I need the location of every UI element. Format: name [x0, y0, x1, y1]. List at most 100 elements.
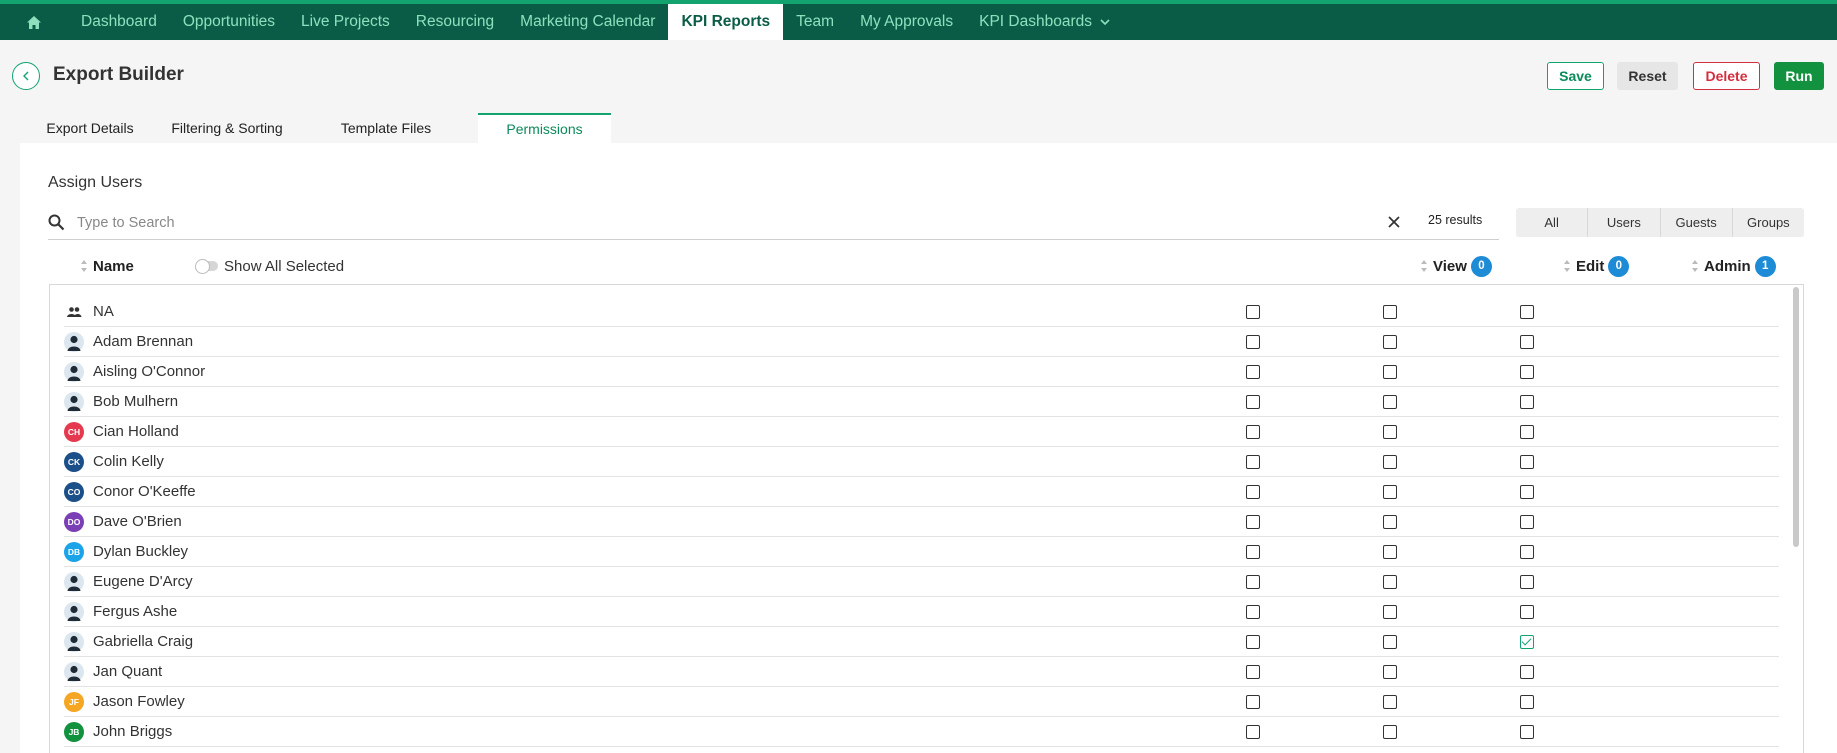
run-button[interactable]: Run: [1774, 62, 1824, 90]
tab-filtering-sorting[interactable]: Filtering & Sorting: [160, 113, 294, 143]
admin-checkbox[interactable]: [1520, 605, 1534, 619]
back-button[interactable]: [12, 62, 40, 90]
nav-item-dashboard[interactable]: Dashboard: [68, 4, 170, 40]
show-all-selected-label: Show All Selected: [224, 257, 345, 275]
admin-checkbox[interactable]: [1520, 335, 1534, 349]
admin-checkbox[interactable]: [1520, 695, 1534, 709]
user-avatar-icon: [64, 661, 84, 682]
edit-checkbox[interactable]: [1383, 605, 1397, 619]
table-row: CO Conor O'Keeffe: [64, 477, 1779, 507]
view-checkbox[interactable]: [1246, 545, 1260, 559]
nav-item-my-approvals[interactable]: My Approvals: [847, 4, 966, 40]
tab-export-details[interactable]: Export Details: [20, 113, 160, 143]
users-list: NA Adam Brennan Aisling O'Connor Bob Mulher…: [64, 297, 1779, 747]
nav-item-opportunities[interactable]: Opportunities: [170, 4, 288, 40]
close-icon[interactable]: [1387, 215, 1401, 234]
avatar: DO: [64, 511, 84, 532]
tab-permissions[interactable]: Permissions: [478, 113, 611, 143]
view-checkbox[interactable]: [1246, 605, 1260, 619]
edit-checkbox[interactable]: [1383, 545, 1397, 559]
name-column-header[interactable]: Name: [80, 255, 134, 277]
table-row: JF Jason Fowley: [64, 687, 1779, 717]
admin-checkbox[interactable]: [1520, 725, 1534, 739]
table-row: Eugene D'Arcy: [64, 567, 1779, 597]
view-checkbox[interactable]: [1246, 665, 1260, 679]
edit-checkbox[interactable]: [1383, 635, 1397, 649]
edit-checkbox[interactable]: [1383, 395, 1397, 409]
view-checkbox[interactable]: [1246, 335, 1260, 349]
view-checkbox[interactable]: [1246, 635, 1260, 649]
edit-checkbox[interactable]: [1383, 485, 1397, 499]
admin-column-header[interactable]: Admin 1: [1691, 255, 1776, 277]
admin-checkbox[interactable]: [1520, 305, 1534, 319]
view-checkbox[interactable]: [1246, 365, 1260, 379]
view-checkbox[interactable]: [1246, 455, 1260, 469]
table-row: Aisling O'Connor: [64, 357, 1779, 387]
edit-checkbox[interactable]: [1383, 365, 1397, 379]
delete-button[interactable]: Delete: [1693, 62, 1760, 90]
user-avatar-icon: [64, 601, 84, 622]
view-checkbox[interactable]: [1246, 425, 1260, 439]
edit-column-label: Edit: [1576, 257, 1605, 275]
view-checkbox[interactable]: [1246, 725, 1260, 739]
edit-column-header[interactable]: Edit 0: [1563, 255, 1630, 277]
tab-template-files[interactable]: Template Files: [294, 113, 478, 143]
show-all-selected[interactable]: Show All Selected: [195, 256, 345, 276]
edit-checkbox[interactable]: [1383, 575, 1397, 589]
results-count: 25 results: [1428, 213, 1483, 227]
nav-item-resourcing[interactable]: Resourcing: [403, 4, 507, 40]
admin-checkbox[interactable]: [1520, 425, 1534, 439]
admin-checkbox[interactable]: [1520, 575, 1534, 589]
view-checkbox[interactable]: [1246, 515, 1260, 529]
filter-guests-button[interactable]: Guests: [1659, 208, 1732, 237]
reset-button[interactable]: Reset: [1617, 62, 1678, 90]
sort-icon: [80, 259, 88, 273]
admin-checkbox[interactable]: [1520, 515, 1534, 529]
scrollbar[interactable]: [1792, 287, 1800, 752]
table-row: Fergus Ashe: [64, 597, 1779, 627]
avatar: CH: [64, 421, 84, 442]
view-checkbox[interactable]: [1246, 305, 1260, 319]
edit-checkbox[interactable]: [1383, 515, 1397, 529]
search-icon: [48, 214, 65, 236]
admin-checkbox[interactable]: [1520, 545, 1534, 559]
home-button[interactable]: [0, 4, 68, 40]
show-all-selected-toggle[interactable]: [195, 259, 218, 274]
edit-checkbox[interactable]: [1383, 305, 1397, 319]
view-checkbox[interactable]: [1246, 695, 1260, 709]
chevron-down-icon: [1100, 18, 1110, 26]
admin-checkbox[interactable]: [1520, 395, 1534, 409]
sort-icon: [1563, 259, 1571, 273]
view-column-header[interactable]: View 0: [1420, 255, 1492, 277]
nav-item-marketing-calendar[interactable]: Marketing Calendar: [507, 4, 668, 40]
admin-checkbox[interactable]: [1520, 485, 1534, 499]
view-checkbox[interactable]: [1246, 485, 1260, 499]
view-checkbox[interactable]: [1246, 575, 1260, 589]
scrollbar-thumb[interactable]: [1793, 287, 1799, 547]
admin-checkbox[interactable]: [1520, 365, 1534, 379]
admin-checkbox[interactable]: [1520, 455, 1534, 469]
view-checkbox[interactable]: [1246, 395, 1260, 409]
edit-checkbox[interactable]: [1383, 665, 1397, 679]
filter-groups-button[interactable]: Groups: [1731, 208, 1804, 237]
user-type-filter: All Users Guests Groups: [1516, 208, 1804, 237]
user-name: NA: [93, 303, 114, 320]
user-name: Dave O'Brien: [93, 513, 182, 530]
filter-users-button[interactable]: Users: [1587, 208, 1659, 237]
nav-item-kpi-dashboards[interactable]: KPI Dashboards: [966, 4, 1123, 40]
nav-item-team[interactable]: Team: [783, 4, 847, 40]
edit-checkbox[interactable]: [1383, 695, 1397, 709]
edit-checkbox[interactable]: [1383, 455, 1397, 469]
search-bar: [48, 206, 1499, 240]
table-row: Bob Mulhern: [64, 387, 1779, 417]
admin-checkbox[interactable]: [1520, 635, 1534, 649]
save-button[interactable]: Save: [1547, 62, 1604, 90]
filter-all-button[interactable]: All: [1516, 208, 1587, 237]
edit-checkbox[interactable]: [1383, 725, 1397, 739]
edit-checkbox[interactable]: [1383, 335, 1397, 349]
admin-checkbox[interactable]: [1520, 665, 1534, 679]
edit-checkbox[interactable]: [1383, 425, 1397, 439]
nav-item-kpi-reports[interactable]: KPI Reports: [668, 4, 784, 40]
search-input[interactable]: [77, 210, 1407, 236]
nav-item-live-projects[interactable]: Live Projects: [288, 4, 403, 40]
